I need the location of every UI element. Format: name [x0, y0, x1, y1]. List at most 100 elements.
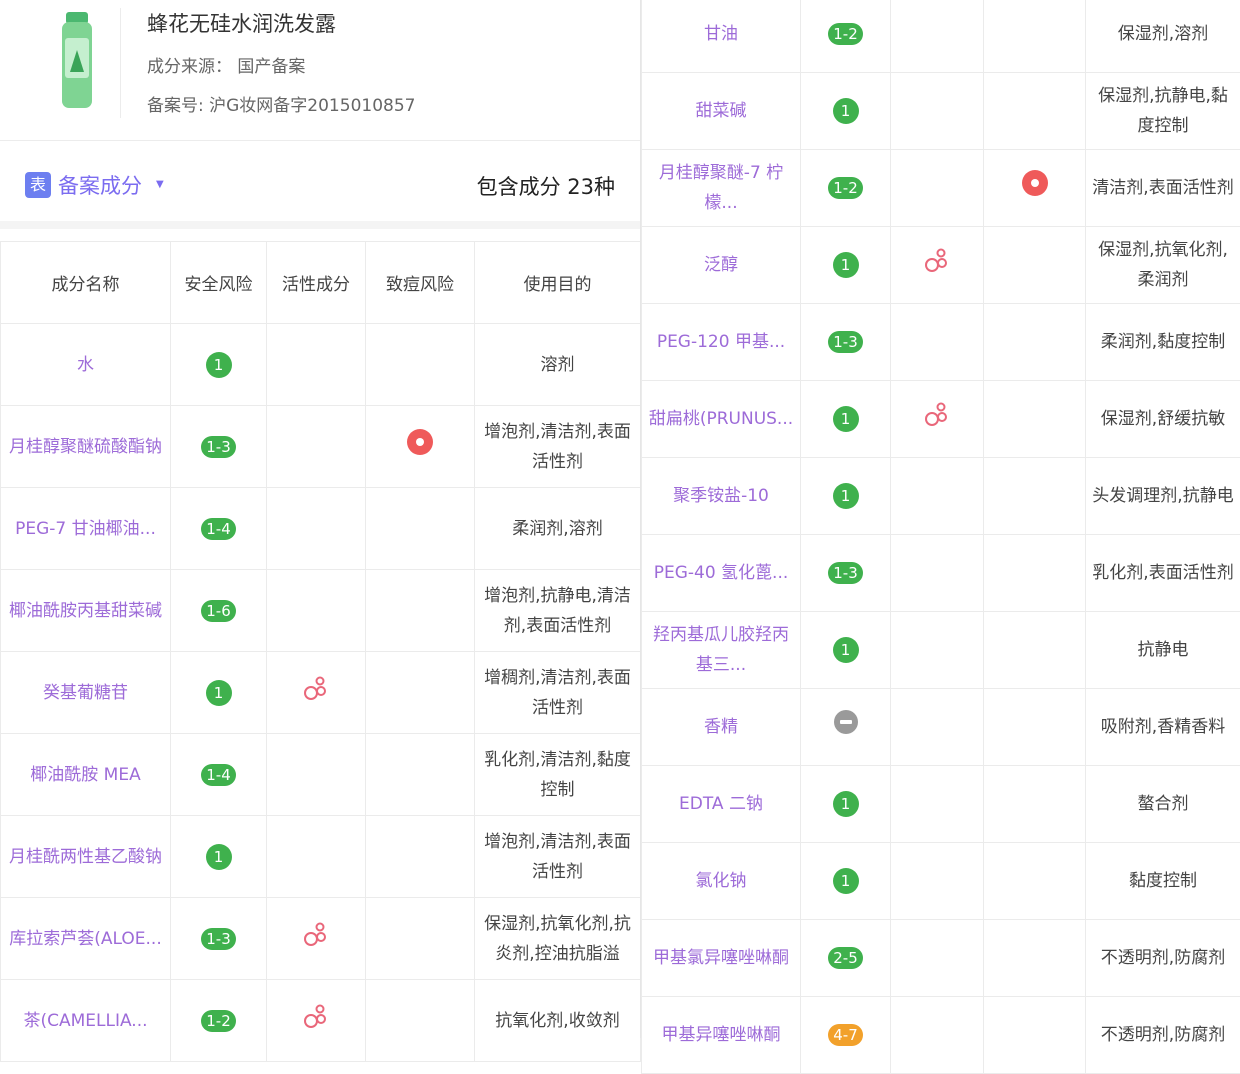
ingredient-purpose: 不透明剂,防腐剂 — [1086, 920, 1240, 997]
ingredient-name[interactable]: 月桂醇聚醚硫酸酯钠 — [1, 406, 171, 488]
safety-risk-cell: 1-4 — [171, 734, 267, 816]
ingredient-row[interactable]: 甲基异噻唑啉酮4-7不透明剂,防腐剂 — [642, 997, 1240, 1074]
ingredient-row[interactable]: PEG-120 甲基...1-3柔润剂,黏度控制 — [642, 304, 1240, 381]
header-acne-risk: 致痘风险 — [366, 242, 475, 324]
ingredient-purpose: 保湿剂,抗氧化剂,抗炎剂,控油抗脂溢 — [475, 898, 641, 980]
ingredient-name[interactable]: 香精 — [642, 689, 801, 766]
acne-risk-cell — [984, 612, 1086, 689]
safety-risk-cell: 1-4 — [171, 488, 267, 570]
ingredient-row[interactable]: PEG-40 氢化蓖...1-3乳化剂,表面活性剂 — [642, 535, 1240, 612]
ingredient-name[interactable]: 椰油酰胺 MEA — [1, 734, 171, 816]
ingredient-row[interactable]: 甘油 1-2 保湿剂,溶剂 — [642, 0, 1240, 73]
ingredient-row[interactable]: 氯化钠 1 黏度控制 — [642, 843, 1240, 920]
ingredient-name[interactable]: 茶(CAMELLIA... — [1, 980, 171, 1062]
ingredient-row[interactable]: 羟丙基瓜儿胶羟丙基三...1抗静电 — [642, 612, 1240, 689]
active-cell — [267, 488, 366, 570]
ingredient-row[interactable]: 甜扁桃(PRUNUS...1保湿剂,舒缓抗敏 — [642, 381, 1240, 458]
ingredient-row[interactable]: 泛醇1 保湿剂,抗氧化剂,柔润剂 — [642, 227, 1240, 304]
acne-risk-cell — [366, 980, 475, 1062]
safety-risk-badge: 1 — [833, 637, 859, 663]
ingredient-row[interactable]: 椰油酰胺 MEA1-4 乳化剂,清洁剂,黏度控制 — [1, 734, 641, 816]
ingredient-purpose: 清洁剂,表面活性剂 — [1086, 150, 1240, 227]
acne-risk-cell — [984, 458, 1086, 535]
ingredient-purpose: 增泡剂,抗静电,清洁剂,表面活性剂 — [475, 570, 641, 652]
ingredient-name[interactable]: 泛醇 — [642, 227, 801, 304]
safety-risk-badge: 1-3 — [828, 331, 863, 353]
ingredient-purpose: 增泡剂,清洁剂,表面活性剂 — [475, 816, 641, 898]
active-cell — [267, 406, 366, 488]
ingredient-name[interactable]: 癸基葡糖苷 — [1, 652, 171, 734]
safety-risk-cell: 1 — [801, 381, 891, 458]
ingredient-name[interactable]: 甲基氯异噻唑啉酮 — [642, 920, 801, 997]
table-icon: 表 — [25, 172, 51, 198]
caret-down-icon[interactable]: ▼ — [156, 179, 164, 190]
ingredient-row[interactable]: 椰油酰胺丙基甜菜碱 1-6 增泡剂,抗静电,清洁剂,表面活性剂 — [1, 570, 641, 652]
ingredient-row[interactable]: 水 1 溶剂 — [1, 324, 641, 406]
ingredient-name[interactable]: 羟丙基瓜儿胶羟丙基三... — [642, 612, 801, 689]
ingredient-row[interactable]: EDTA 二钠1螯合剂 — [642, 766, 1240, 843]
ingredient-name[interactable]: 库拉索芦荟(ALOE... — [1, 898, 171, 980]
ingredient-table-left: 成分名称 安全风险 活性成分 致痘风险 使用目的 水1溶剂月桂醇聚醚硫酸酯钠1-… — [0, 241, 641, 1062]
section-title-dropdown[interactable]: 备案成分 — [58, 170, 142, 200]
ingredient-row[interactable]: 香精吸附剂,香精香料 — [642, 689, 1240, 766]
acne-risk-cell — [984, 920, 1086, 997]
acne-risk-cell — [366, 488, 475, 570]
ingredient-name[interactable]: 甘油 — [642, 0, 801, 73]
acne-risk-cell — [366, 734, 475, 816]
ingredient-purpose: 乳化剂,清洁剂,黏度控制 — [475, 734, 641, 816]
safety-risk-cell: 1-3 — [171, 406, 267, 488]
ingredient-row[interactable]: 月桂酰两性基乙酸钠1增泡剂,清洁剂,表面活性剂 — [1, 816, 641, 898]
ingredient-name[interactable]: EDTA 二钠 — [642, 766, 801, 843]
acne-risk-cell — [366, 324, 475, 406]
ingredient-count: 包含成分 23种 — [477, 171, 615, 201]
ingredient-purpose: 抗氧化剂,收敛剂 — [475, 980, 641, 1062]
safety-risk-badge: 1 — [206, 352, 232, 378]
ingredient-name[interactable]: PEG-120 甲基... — [642, 304, 801, 381]
safety-risk-badge: 2-5 — [828, 947, 863, 969]
ingredient-row[interactable]: 甲基氯异噻唑啉酮 2-5 不透明剂,防腐剂 — [642, 920, 1240, 997]
ingredient-purpose: 头发调理剂,抗静电 — [1086, 458, 1240, 535]
ingredient-row[interactable]: 库拉索芦荟(ALOE...1-3保湿剂,抗氧化剂,抗炎剂,控油抗脂溢 — [1, 898, 641, 980]
ingredient-row[interactable]: 癸基葡糖苷1增稠剂,清洁剂,表面活性剂 — [1, 652, 641, 734]
ingredient-row[interactable]: 茶(CAMELLIA...1-2抗氧化剂,收敛剂 — [1, 980, 641, 1062]
ingredient-name[interactable]: 月桂酰两性基乙酸钠 — [1, 816, 171, 898]
ingredient-name[interactable]: 甲基异噻唑啉酮 — [642, 997, 801, 1074]
ingredient-name[interactable]: 水 — [1, 324, 171, 406]
ingredient-name[interactable]: 甜菜碱 — [642, 73, 801, 150]
ingredient-purpose: 黏度控制 — [1086, 843, 1240, 920]
ingredient-name[interactable]: 椰油酰胺丙基甜菜碱 — [1, 570, 171, 652]
ingredient-name[interactable]: 甜扁桃(PRUNUS... — [642, 381, 801, 458]
ingredient-purpose: 保湿剂,抗静电,黏度控制 — [1086, 73, 1240, 150]
acne-risk-cell — [366, 652, 475, 734]
ingredient-row[interactable]: 月桂醇聚醚-7 柠檬...1-2清洁剂,表面活性剂 — [642, 150, 1240, 227]
active-cell — [891, 381, 984, 458]
safety-risk-badge: 1-2 — [828, 23, 863, 45]
ingredient-name[interactable]: PEG-40 氢化蓖... — [642, 535, 801, 612]
ingredient-purpose: 保湿剂,溶剂 — [1086, 0, 1240, 73]
ingredient-name[interactable]: 聚季铵盐-10 — [642, 458, 801, 535]
safety-risk-cell — [801, 689, 891, 766]
product-thumbnail[interactable] — [40, 8, 121, 118]
header-active: 活性成分 — [267, 242, 366, 324]
ingredient-name[interactable]: PEG-7 甘油椰油... — [1, 488, 171, 570]
right-panel: 甘油1-2保湿剂,溶剂甜菜碱1保湿剂,抗静电,黏度控制月桂醇聚醚-7 柠檬...… — [641, 0, 1240, 1038]
ingredient-purpose: 溶剂 — [475, 324, 641, 406]
safety-risk-badge: 1 — [833, 406, 859, 432]
safety-risk-badge: 1 — [833, 868, 859, 894]
ingredient-purpose: 不透明剂,防腐剂 — [1086, 997, 1240, 1074]
ingredient-row[interactable]: 聚季铵盐-101头发调理剂,抗静电 — [642, 458, 1240, 535]
ingredient-row[interactable]: PEG-7 甘油椰油...1-4柔润剂,溶剂 — [1, 488, 641, 570]
active-cell — [891, 766, 984, 843]
ingredient-purpose: 保湿剂,抗氧化剂,柔润剂 — [1086, 227, 1240, 304]
ingredient-name[interactable]: 月桂醇聚醚-7 柠檬... — [642, 150, 801, 227]
active-cell — [891, 997, 984, 1074]
safety-risk-cell: 1 — [801, 227, 891, 304]
safety-risk-badge: 1-6 — [201, 600, 236, 622]
ingredient-row[interactable]: 月桂醇聚醚硫酸酯钠1-3增泡剂,清洁剂,表面活性剂 — [1, 406, 641, 488]
ingredient-row[interactable]: 甜菜碱1保湿剂,抗静电,黏度控制 — [642, 73, 1240, 150]
product-header: 蜂花无硅水润洗发露 成分来源： 国产备案 备案号: 沪G妆网备字20150108… — [0, 0, 640, 141]
active-cell — [267, 898, 366, 980]
ingredient-name[interactable]: 氯化钠 — [642, 843, 801, 920]
acne-risk-icon — [1022, 170, 1048, 196]
safety-risk-cell: 1-3 — [801, 304, 891, 381]
